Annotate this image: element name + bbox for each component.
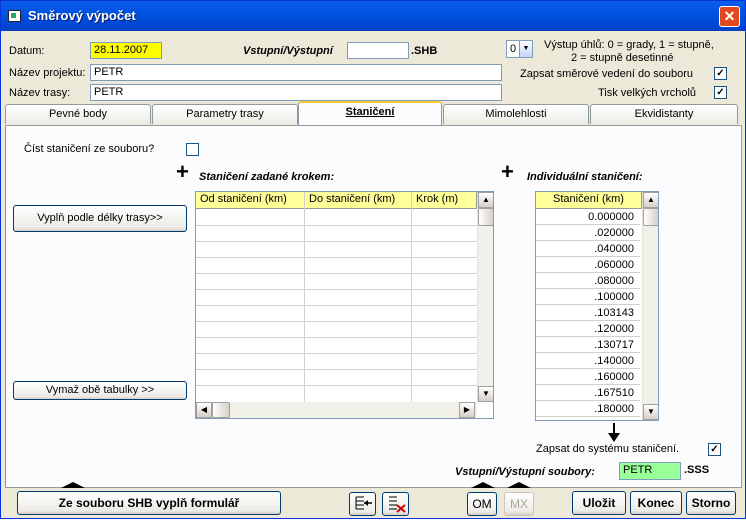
tab-offsets[interactable]: Mimolehlosti (443, 104, 589, 124)
step-table-vscroll[interactable]: ▲ ▼ (477, 192, 493, 402)
scroll-thumb[interactable] (643, 208, 658, 226)
save-button[interactable]: Uložit (572, 491, 626, 515)
tab-route-parameters[interactable]: Parametry trasy (152, 104, 298, 124)
io-files-field[interactable]: PETR (619, 462, 681, 480)
list-item[interactable]: .120000 (536, 321, 640, 337)
splitter-handle-icon[interactable] (507, 482, 531, 488)
write-system-checkbox[interactable]: ✓ (708, 443, 721, 456)
read-file-label: Číst staničení ze souboru? (24, 143, 155, 155)
column-header-from[interactable]: Od staničení (km) (196, 192, 305, 209)
scroll-down-icon[interactable]: ▼ (643, 404, 658, 420)
tab-strip: Pevné body Parametry trasy Staničení Mim… (5, 101, 741, 126)
route-name-field[interactable]: PETR (90, 84, 502, 101)
stationing-panel: Číst staničení ze souboru? + Staničení z… (5, 125, 742, 488)
list-item[interactable]: 0.000000 (536, 209, 640, 225)
splitter-handle-icon[interactable] (61, 482, 85, 488)
import-icon-button[interactable] (349, 492, 376, 516)
route-label: Název trasy: (9, 87, 71, 99)
scroll-up-icon[interactable]: ▲ (643, 192, 658, 208)
individual-table-vscroll[interactable]: ▲ ▼ (642, 192, 658, 420)
print-vertices-label: Tisk velkých vrcholů (598, 87, 697, 99)
fill-by-route-length-button[interactable]: Vyplň podle délky trasy>> (13, 205, 187, 232)
step-table-hscroll[interactable]: ◀ ▶ (196, 402, 477, 418)
list-item[interactable]: .140000 (536, 353, 640, 369)
write-direction-label: Zapsat směrové vedení do souboru (520, 68, 694, 80)
write-direction-checkbox[interactable]: ✓ (714, 67, 727, 80)
title-bar[interactable]: Směrový výpočet ✕ (1, 1, 745, 31)
list-item[interactable]: .060000 (536, 257, 640, 273)
cancel-button[interactable]: Storno (686, 491, 736, 515)
list-item[interactable]: .160000 (536, 369, 640, 385)
tab-equidistants[interactable]: Ekvidistanty (590, 104, 738, 124)
mx-button[interactable]: MX (504, 492, 534, 516)
list-item[interactable]: .103143 (536, 305, 640, 321)
scroll-right-icon[interactable]: ▶ (459, 402, 475, 418)
clear-both-tables-button[interactable]: Vymaž obě tabulky >> (13, 381, 187, 400)
splitter-handle-icon[interactable] (471, 482, 495, 488)
shb-extension: .SHB (411, 45, 438, 57)
list-item[interactable]: .100000 (536, 289, 640, 305)
arrow-down-icon (608, 423, 620, 442)
tab-stationing[interactable]: Staničení (298, 101, 442, 125)
list-item[interactable]: .130717 (536, 337, 640, 353)
angle-output-value: 0 (510, 43, 517, 55)
io-files-label: Vstupní/Výstupní soubory: (455, 466, 595, 478)
angle-output-combo[interactable]: 0 ▼ (506, 40, 533, 58)
individual-table-title: Individuální staničení: (527, 171, 643, 183)
column-header-step[interactable]: Krok (m) (412, 192, 477, 209)
list-item[interactable]: .167510 (536, 385, 640, 401)
project-label: Název projektu: (9, 67, 86, 79)
scroll-left-icon[interactable]: ◀ (196, 402, 212, 418)
scroll-down-icon[interactable]: ▼ (478, 386, 493, 402)
list-item[interactable]: .080000 (536, 273, 640, 289)
import-icon (355, 496, 372, 510)
fill-from-shb-button[interactable]: Ze souboru SHB vyplň formulář (17, 491, 281, 515)
column-header-stationing[interactable]: Staničení (km) (536, 192, 642, 209)
date-field[interactable]: 28.11.2007 (90, 42, 162, 59)
app-icon (8, 10, 21, 22)
close-button[interactable]: ✕ (719, 6, 740, 27)
window-title: Směrový výpočet (28, 8, 136, 23)
individual-table[interactable]: Staničení (km) 0.000000 .020000 .040000 … (535, 191, 659, 421)
scroll-up-icon[interactable]: ▲ (478, 192, 493, 208)
step-table-title: Staničení zadané krokem: (199, 171, 335, 183)
add-individual-icon[interactable]: + (501, 161, 514, 183)
step-table[interactable]: Od staničení (km) Do staničení (km) Krok… (195, 191, 494, 419)
angle-note-line2: 2 = stupně desetinné (571, 52, 674, 64)
delete-import-button[interactable] (382, 492, 409, 516)
io-label: Vstupní/Výstupní (243, 45, 333, 57)
add-step-icon[interactable]: + (176, 161, 189, 183)
om-button[interactable]: OM (467, 492, 497, 516)
angle-note-line1: Výstup úhlů: 0 = grady, 1 = stupně, (544, 39, 714, 51)
main-window: Směrový výpočet ✕ Datum: 28.11.2007 Vstu… (0, 0, 746, 519)
hscroll-thumb[interactable] (212, 402, 230, 418)
list-item[interactable]: .180000 (536, 401, 640, 417)
print-vertices-checkbox[interactable]: ✓ (714, 86, 727, 99)
list-item[interactable]: .020000 (536, 225, 640, 241)
date-label: Datum: (9, 45, 45, 57)
tab-fixed-points[interactable]: Pevné body (5, 104, 151, 124)
project-name-field[interactable]: PETR (90, 64, 502, 81)
end-button[interactable]: Konec (630, 491, 682, 515)
shb-file-field[interactable] (347, 42, 409, 59)
chevron-down-icon[interactable]: ▼ (519, 41, 532, 57)
write-system-label: Zapsat do systému staničení. (536, 443, 680, 455)
io-files-extension: .SSS (684, 464, 710, 476)
list-item[interactable]: .040000 (536, 241, 640, 257)
read-file-checkbox[interactable] (186, 143, 199, 156)
delete-icon (388, 496, 406, 513)
column-header-to[interactable]: Do staničení (km) (305, 192, 412, 209)
scroll-thumb[interactable] (478, 208, 493, 226)
